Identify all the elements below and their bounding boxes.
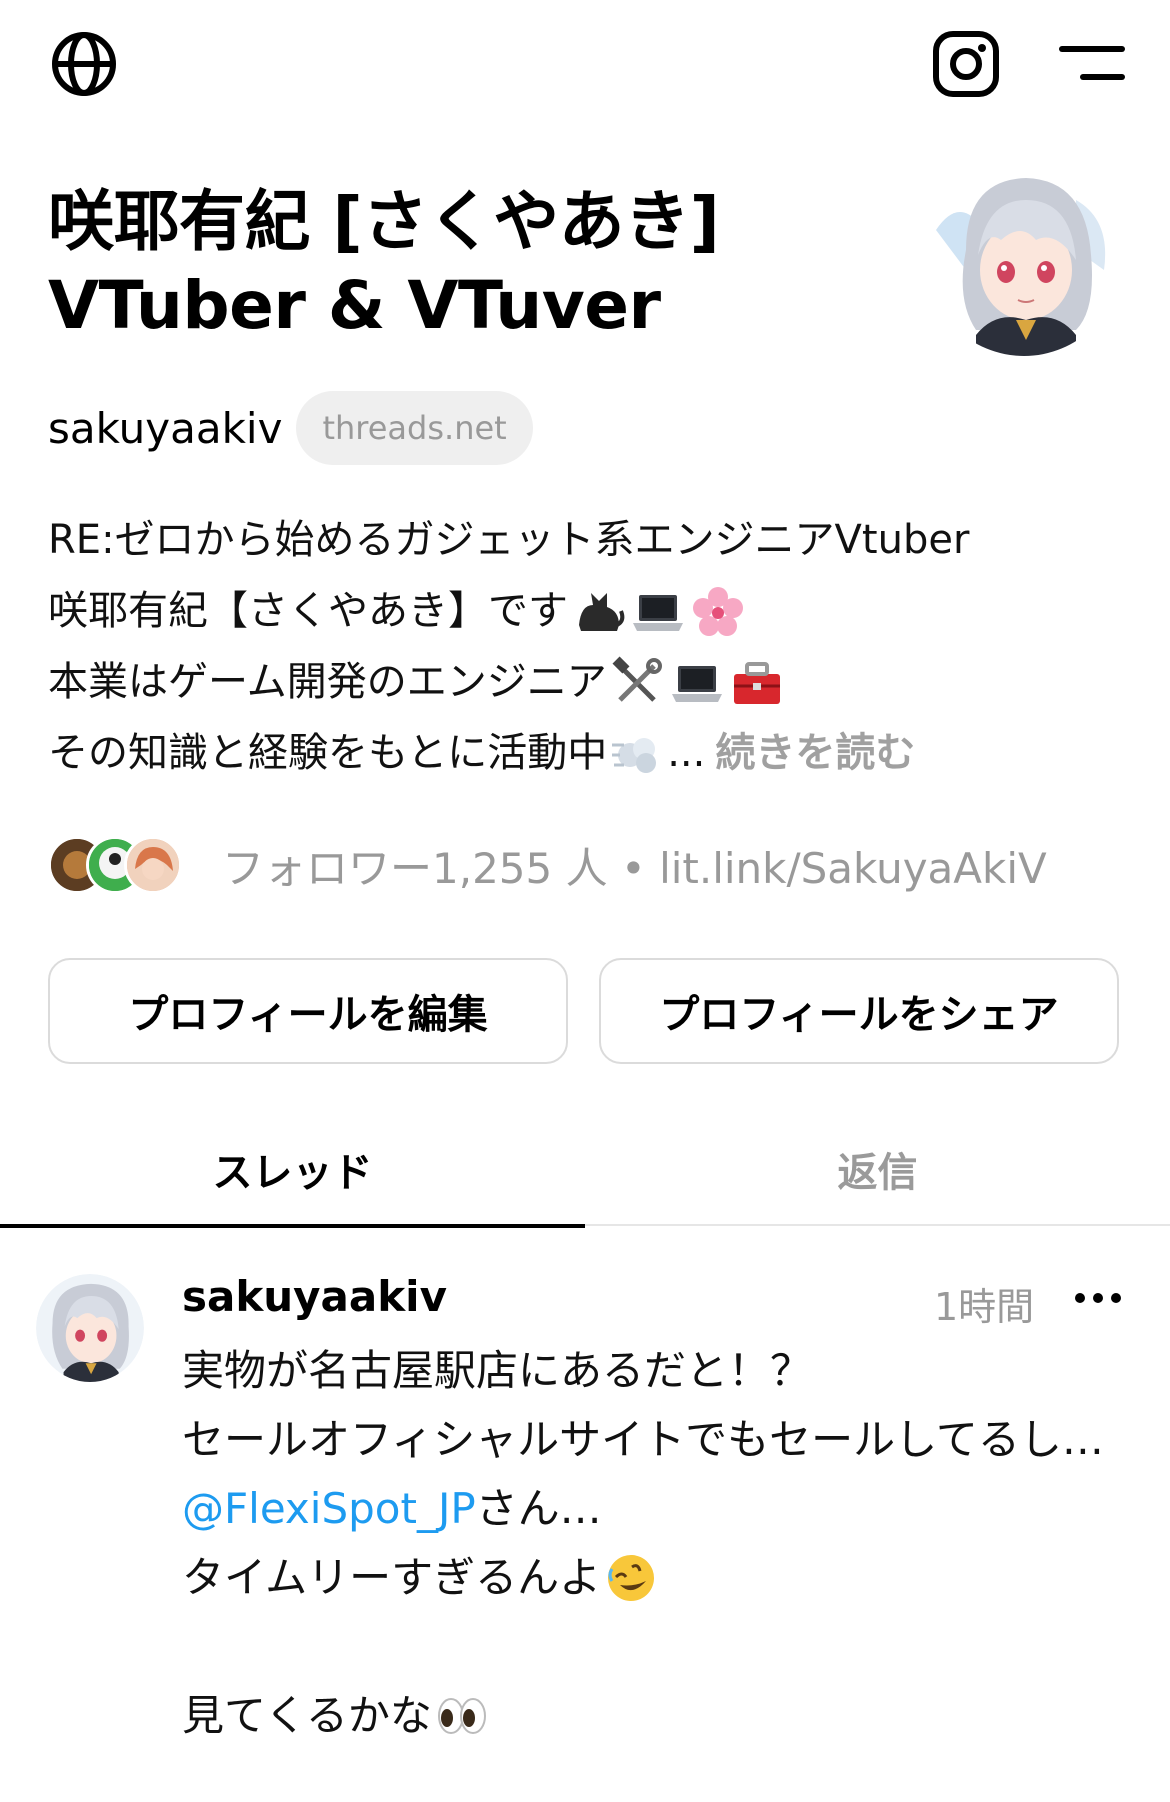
profile-bio: RE:ゼロから始めるガジェット系エンジニアVtuber 咲耶有紀【さくやあき】で… [48,505,1128,789]
post-line-blank [182,1612,1142,1681]
post-line: @FlexiSpot_JP さん… [182,1474,1142,1543]
bio-ellipsis: ... [667,730,706,776]
post-username[interactable]: sakuyaakiv [182,1272,447,1321]
thread-post[interactable]: sakuyaakiv 1時間 実物が名古屋駅店にあるだと！？ セールオフィシャル… [0,1228,1170,1802]
toolbox-emoji [733,661,780,704]
followers-row[interactable]: フォロワー1,255 人 • lit.link/SakuyaAkiV [48,832,1047,898]
bio-line: 本業はゲーム開発のエンジニア [48,647,1128,718]
dash-emoji [612,737,657,773]
follower-avatars [48,836,190,894]
post-text: セールオフィシャルサイトでもセールしてるし… [182,1415,1104,1464]
handle-row: sakuyaakiv threads.net [48,390,533,466]
tools-emoji [612,656,662,702]
bio-text: 咲耶有紀【さくやあき】です [48,588,568,634]
laptop-emoji [671,665,722,702]
read-more-link[interactable]: 続きを読む [715,718,915,789]
profile-name: 咲耶有紀 [さくやあき] VTuber & VTuver [48,180,908,348]
rolling-laughing-emoji [608,1554,655,1601]
cherry-blossom-emoji [693,586,743,636]
post-text: タイムリーすぎるんよ [182,1553,602,1602]
bio-text: 本業はゲーム開発のエンジニア [48,659,607,705]
post-line: タイムリーすぎるんよ [182,1543,1142,1612]
post-text: さん… [475,1484,602,1533]
post-line: セールオフィシャルサイトでもセールしてるし… [182,1405,1142,1474]
post-line: 実物が名古屋駅店にあるだと！？ [182,1336,1142,1405]
post-text: 見てくるかな [182,1691,432,1740]
domain-chip[interactable]: threads.net [296,391,533,465]
bio-text: RE:ゼロから始めるガジェット系エンジニアVtuber [48,517,970,563]
mention-link[interactable]: @FlexiSpot_JP [182,1474,476,1543]
laptop-emoji [633,594,683,631]
eyes-emoji [437,1697,486,1734]
more-horizontal-icon[interactable] [1070,1278,1126,1318]
bio-line: RE:ゼロから始めるガジェット系エンジニアVtuber [48,505,1128,576]
post-timestamp: 1時間 [934,1285,1035,1329]
post-line: 見てくるかな [182,1681,1142,1750]
black-cat-emoji [579,592,625,631]
profile-tabs: スレッド 返信 [0,1112,1170,1228]
tab-replies[interactable]: 返信 [585,1112,1170,1226]
post-text: 実物が名古屋駅店にあるだと！？ [182,1346,813,1395]
follower-avatar [124,836,182,894]
share-profile-button[interactable]: プロフィールをシェア [599,958,1119,1064]
profile-name-line2: VTuber & VTuver [48,267,661,344]
instagram-icon[interactable] [930,28,1002,100]
followers-count[interactable]: フォロワー1,255 人 • lit.link/SakuyaAkiV [222,835,1047,896]
tab-threads[interactable]: スレッド [0,1112,585,1228]
edit-profile-button[interactable]: プロフィールを編集 [48,958,568,1064]
top-bar [0,0,1170,130]
globe-icon[interactable] [48,28,120,100]
bio-line: その知識と経験をもとに活動中 ... 続きを読む [48,718,1128,789]
post-body: 実物が名古屋駅店にあるだと！？ セールオフィシャルサイトでもセールしてるし… @… [182,1336,1142,1750]
bio-line: 咲耶有紀【さくやあき】です [48,576,1128,647]
post-avatar[interactable] [36,1274,144,1382]
profile-handle: sakuyaakiv [48,403,283,453]
profile-name-line1: 咲耶有紀 [さくやあき] [48,183,720,260]
menu-icon[interactable] [1058,38,1126,88]
bio-text: その知識と経験をもとに活動中 [48,730,608,776]
profile-avatar[interactable] [926,160,1122,356]
